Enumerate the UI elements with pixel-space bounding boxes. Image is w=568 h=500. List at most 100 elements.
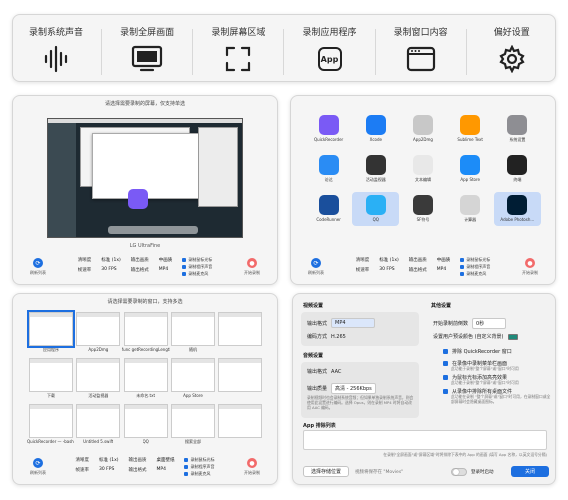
window-tile[interactable]: QQ	[122, 404, 170, 445]
format-select[interactable]: MP4	[156, 467, 174, 472]
checkbox-app-audio[interactable]: 录制程序声音	[182, 264, 212, 270]
record-app-button[interactable]: 录制应用程序 App	[289, 25, 371, 73]
window-tile[interactable]: 未命名.txt	[122, 358, 170, 399]
audio-format-value[interactable]: AAC	[331, 369, 341, 375]
app-tile[interactable]: App2Dmg	[399, 112, 446, 146]
app-select-panel: QuickRecorder Xcode App2Dmg Sublime Text 系统设…	[290, 95, 556, 285]
app-tile[interactable]: CodeRunner	[305, 192, 352, 226]
format-select[interactable]: MP4	[159, 267, 173, 272]
window-tile[interactable]: App2Dmg	[75, 312, 122, 353]
app-tile[interactable]: App Store	[447, 152, 494, 186]
window-tile[interactable]: 应用程序	[27, 310, 75, 353]
window-icon	[404, 45, 438, 73]
app-tile[interactable]: 系统设置	[494, 112, 541, 146]
audio-quality-select[interactable]: 高清 - 256Kbps	[331, 383, 376, 394]
video-encoder-value[interactable]: H.265	[331, 334, 346, 340]
app-tile[interactable]: QuickRecorder	[305, 112, 352, 146]
record-region-button[interactable]: 录制屏幕区域	[197, 25, 279, 73]
refresh-label: 刷新列表	[30, 270, 46, 275]
screen-panel-title: 请选择需要录制的屏幕，仅支持单选	[104, 101, 185, 107]
app-tile[interactable]: 计算器	[447, 192, 494, 226]
app-tile[interactable]: 文本编辑	[399, 152, 446, 186]
window-thumbnail	[76, 358, 121, 392]
countdown-row: 开始录制前倒数 0秒	[433, 318, 507, 329]
start-recording-button[interactable]: ● 开始录制	[515, 258, 545, 276]
window-tile[interactable]: 活动监视器	[75, 358, 122, 399]
checkbox-app-audio[interactable]: 录制程序声音	[184, 464, 214, 470]
resolution-select[interactable]: 标准 (1x)	[101, 257, 120, 263]
option-label: 输出格式	[128, 468, 147, 473]
exclude-list-input[interactable]	[303, 430, 547, 450]
quality-select[interactable]: 中画质	[437, 257, 451, 263]
checkbox-cursor[interactable]: 录制鼠标光标	[182, 257, 212, 263]
checkbox-checked-icon	[443, 361, 448, 366]
screen-thumbnail[interactable]	[47, 118, 243, 238]
app-tile[interactable]: Sublime Text	[447, 112, 494, 146]
app-tile[interactable]: 终端	[494, 152, 541, 186]
app-tile[interactable]: SF符号	[399, 192, 446, 226]
window-tile[interactable]: App Store	[170, 358, 217, 399]
fps-select[interactable]: 30 FPS	[101, 267, 120, 272]
resolution-select[interactable]: 标准 (1x)	[379, 257, 398, 263]
record-system-audio-button[interactable]: 录制系统声音	[15, 25, 97, 73]
checkbox-cursor[interactable]: 录制鼠标光标	[184, 457, 214, 463]
toolbar-divider	[192, 29, 194, 75]
app-icon	[507, 155, 528, 175]
checkbox-mic[interactable]: 录制麦克风	[182, 271, 212, 277]
fps-select[interactable]: 30 FPS	[379, 267, 398, 272]
settings-option-checkbox[interactable]: 排除 QuickRecorder 窗口	[443, 348, 512, 355]
refresh-list-button[interactable]: ⟳ 刷新列表	[301, 258, 331, 276]
record-window-button[interactable]: 录制窗口内容	[380, 25, 462, 73]
app-tile[interactable]: 活动监视器	[352, 152, 399, 186]
app-tile[interactable]: Xcode	[352, 112, 399, 146]
option-label: 帧速率	[77, 268, 92, 273]
option-label: 输出格式	[408, 268, 427, 273]
refresh-list-button[interactable]: ⟳ 刷新列表	[23, 258, 53, 276]
window-thumbnail	[29, 404, 73, 438]
checkbox-cursor[interactable]: 录制鼠标光标	[460, 257, 490, 263]
save-path-text: 视频将保存在 "Movies"	[355, 470, 404, 475]
window-tile[interactable]	[216, 404, 263, 445]
checkbox-mic[interactable]: 录制麦克风	[184, 471, 214, 477]
checkbox-app-audio[interactable]: 录制程序声音	[460, 264, 490, 270]
audio-format-row: 输出格式 AAC	[307, 368, 341, 376]
checkbox-mic[interactable]: 录制麦克风	[460, 271, 490, 277]
app-tile[interactable]: Adobe Photosh…	[493, 192, 541, 226]
quality-select[interactable]: 中画质	[159, 257, 173, 263]
refresh-icon: ⟳	[33, 258, 43, 268]
resolution-select[interactable]: 标准 (1x)	[99, 457, 118, 463]
window-tile[interactable]: 随机	[170, 312, 217, 353]
app-tile[interactable]: 访达	[305, 152, 352, 186]
window-tile[interactable]: func getRecordingLength(…	[122, 312, 170, 353]
app-name: Adobe Photosh…	[500, 217, 535, 222]
window-thumbnail	[123, 404, 168, 438]
background-select[interactable]: 桌面壁纸	[156, 457, 174, 463]
format-select[interactable]: MP4	[437, 267, 451, 272]
preferences-button[interactable]: 偏好设置	[471, 25, 553, 73]
window-tile[interactable]	[216, 358, 263, 399]
app-tile[interactable]: QQ	[352, 192, 400, 226]
window-tile[interactable]	[216, 312, 263, 353]
app-icon-text: App	[317, 47, 342, 71]
start-recording-button[interactable]: ● 开始录制	[237, 258, 267, 276]
window-tile[interactable]: QuickRecorder — -bash —…	[27, 404, 75, 445]
record-fullscreen-button[interactable]: 录制全屏画面	[106, 25, 188, 73]
choose-location-button[interactable]: 选择存储位置	[303, 466, 349, 477]
start-recording-button[interactable]: ● 开始录制	[237, 458, 267, 476]
app-icon: App	[313, 45, 347, 73]
video-format-select[interactable]: MP4	[331, 318, 376, 328]
window-tile[interactable]: Untitled 5.swift	[75, 404, 122, 445]
color-swatch[interactable]	[507, 333, 518, 340]
window-tile[interactable]: 搜索全部	[170, 404, 217, 445]
refresh-list-button[interactable]: ⟳ 刷新列表	[23, 458, 53, 476]
close-button[interactable]: 关闭	[511, 466, 549, 477]
window-tile[interactable]: 下载	[27, 358, 75, 399]
countdown-select[interactable]: 0秒	[472, 318, 507, 329]
launch-at-login-toggle[interactable]	[451, 468, 467, 476]
fps-select[interactable]: 30 FPS	[99, 467, 118, 472]
window-name: 随机	[188, 347, 197, 352]
settings-option-hint: 此功能于录制"整个屏幕"或"窗口"时可用	[451, 380, 519, 385]
app-icon	[365, 155, 386, 175]
window-name: QQ	[142, 439, 149, 444]
app-icon	[412, 115, 433, 135]
